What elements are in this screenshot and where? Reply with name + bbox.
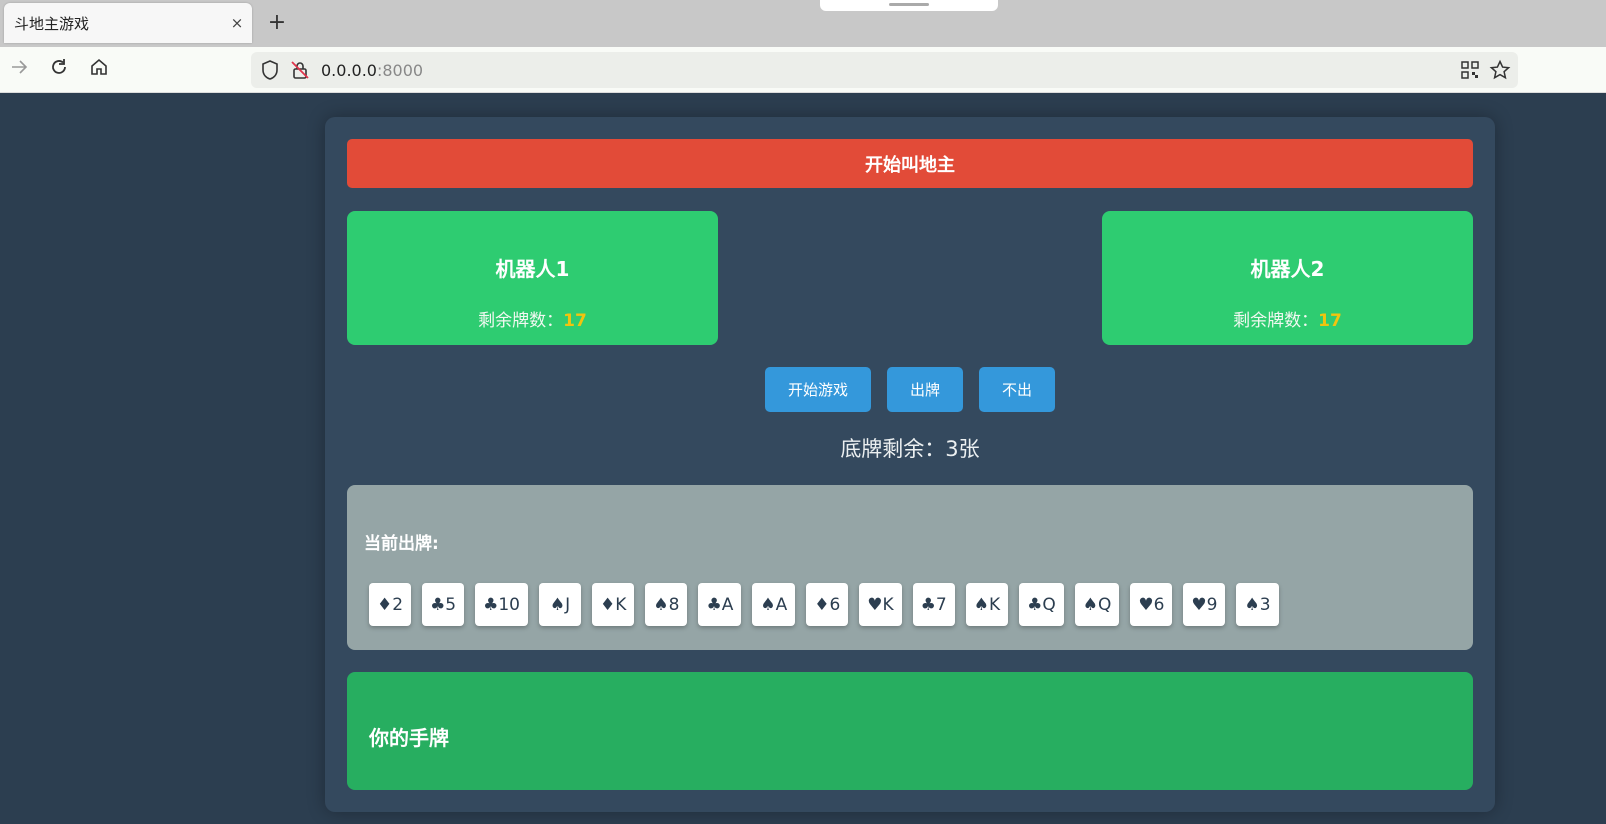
played-card[interactable]: ♣7: [912, 583, 955, 626]
call-landlord-banner: 开始叫地主: [347, 139, 1473, 188]
url-bar[interactable]: 0.0.0.0:8000: [251, 52, 1518, 88]
count-value: 17: [563, 311, 587, 331]
play-area-title: 当前出牌:: [364, 534, 439, 554]
played-card[interactable]: ♠J: [539, 583, 581, 626]
played-card[interactable]: ♠Q: [1074, 583, 1120, 626]
played-card[interactable]: ♦K: [592, 583, 635, 626]
played-card[interactable]: ♣A: [698, 583, 742, 626]
played-card[interactable]: ♣10: [475, 583, 528, 626]
bot-name: 机器人1: [495, 257, 570, 281]
count-label: 剩余牌数：: [478, 311, 564, 331]
played-card[interactable]: ♠8: [645, 583, 688, 626]
played-card[interactable]: ♦2: [369, 583, 412, 626]
url-text[interactable]: 0.0.0.0:8000: [321, 61, 423, 80]
bot-panel-2: 机器人2 剩余牌数：17: [1102, 211, 1473, 345]
window-grab-handle[interactable]: [820, 0, 998, 11]
bot-name: 机器人2: [1250, 257, 1325, 281]
played-card[interactable]: ♠K: [965, 583, 1009, 626]
bot-card-count: 剩余牌数：17: [347, 306, 718, 331]
bottom-cards-remaining: 底牌剩余：3张: [840, 437, 980, 461]
hand-title: 你的手牌: [369, 726, 449, 750]
new-tab-button[interactable]: +: [262, 8, 292, 38]
played-card[interactable]: ♣5: [422, 583, 465, 626]
insecure-lock-icon[interactable]: [289, 59, 311, 81]
player-hand-area: 你的手牌: [347, 672, 1473, 790]
bot-panel-1: 机器人1 剩余牌数：17: [347, 211, 718, 345]
played-card[interactable]: ♦6: [806, 583, 849, 626]
game-container: 开始叫地主 机器人1 剩余牌数：17 机器人2 剩余牌数：17 开始游戏 出牌 …: [325, 117, 1495, 812]
close-icon[interactable]: ×: [222, 14, 252, 32]
home-icon[interactable]: [84, 55, 114, 85]
browser-nav-bar: 0.0.0.0:8000: [0, 47, 1606, 93]
qr-code-icon[interactable]: [1459, 59, 1481, 81]
tab-title: 斗地主游戏: [14, 14, 90, 33]
back-arrow-icon[interactable]: [4, 55, 34, 85]
reload-icon[interactable]: [44, 55, 74, 85]
played-card[interactable]: ♠A: [752, 583, 796, 626]
played-card-row: ♦2 ♣5 ♣10 ♠J ♦K ♠8 ♣A ♠A ♦6 ♥K ♣7 ♠K ♣Q ♠Q ♥6 ♥9 ♠3: [369, 583, 1279, 626]
played-card[interactable]: ♥9: [1183, 583, 1226, 626]
url-port: :8000: [376, 61, 424, 80]
played-card[interactable]: ♥K: [859, 583, 902, 626]
pass-button[interactable]: 不出: [979, 367, 1055, 412]
bookmark-star-icon[interactable]: [1489, 59, 1511, 81]
played-card[interactable]: ♣Q: [1019, 583, 1064, 626]
browser-tab[interactable]: 斗地主游戏 ×: [4, 3, 252, 43]
browser-tab-bar: 斗地主游戏 × +: [0, 0, 1606, 47]
count-value: 17: [1318, 311, 1342, 331]
count-label: 剩余牌数：: [1233, 311, 1319, 331]
shield-icon[interactable]: [259, 59, 281, 81]
bot-card-count: 剩余牌数：17: [1102, 306, 1473, 331]
played-card[interactable]: ♠3: [1236, 583, 1279, 626]
url-host: 0.0.0.0: [321, 61, 377, 80]
play-cards-button[interactable]: 出牌: [887, 367, 963, 412]
played-card[interactable]: ♥6: [1130, 583, 1173, 626]
game-controls: 开始游戏 出牌 不出: [325, 367, 1495, 412]
current-play-area: 当前出牌: ♦2 ♣5 ♣10 ♠J ♦K ♠8 ♣A ♠A ♦6 ♥K ♣7 ♠K ♣Q ♠Q ♥6 ♥9 ♠…: [347, 485, 1473, 650]
start-game-button[interactable]: 开始游戏: [765, 367, 871, 412]
